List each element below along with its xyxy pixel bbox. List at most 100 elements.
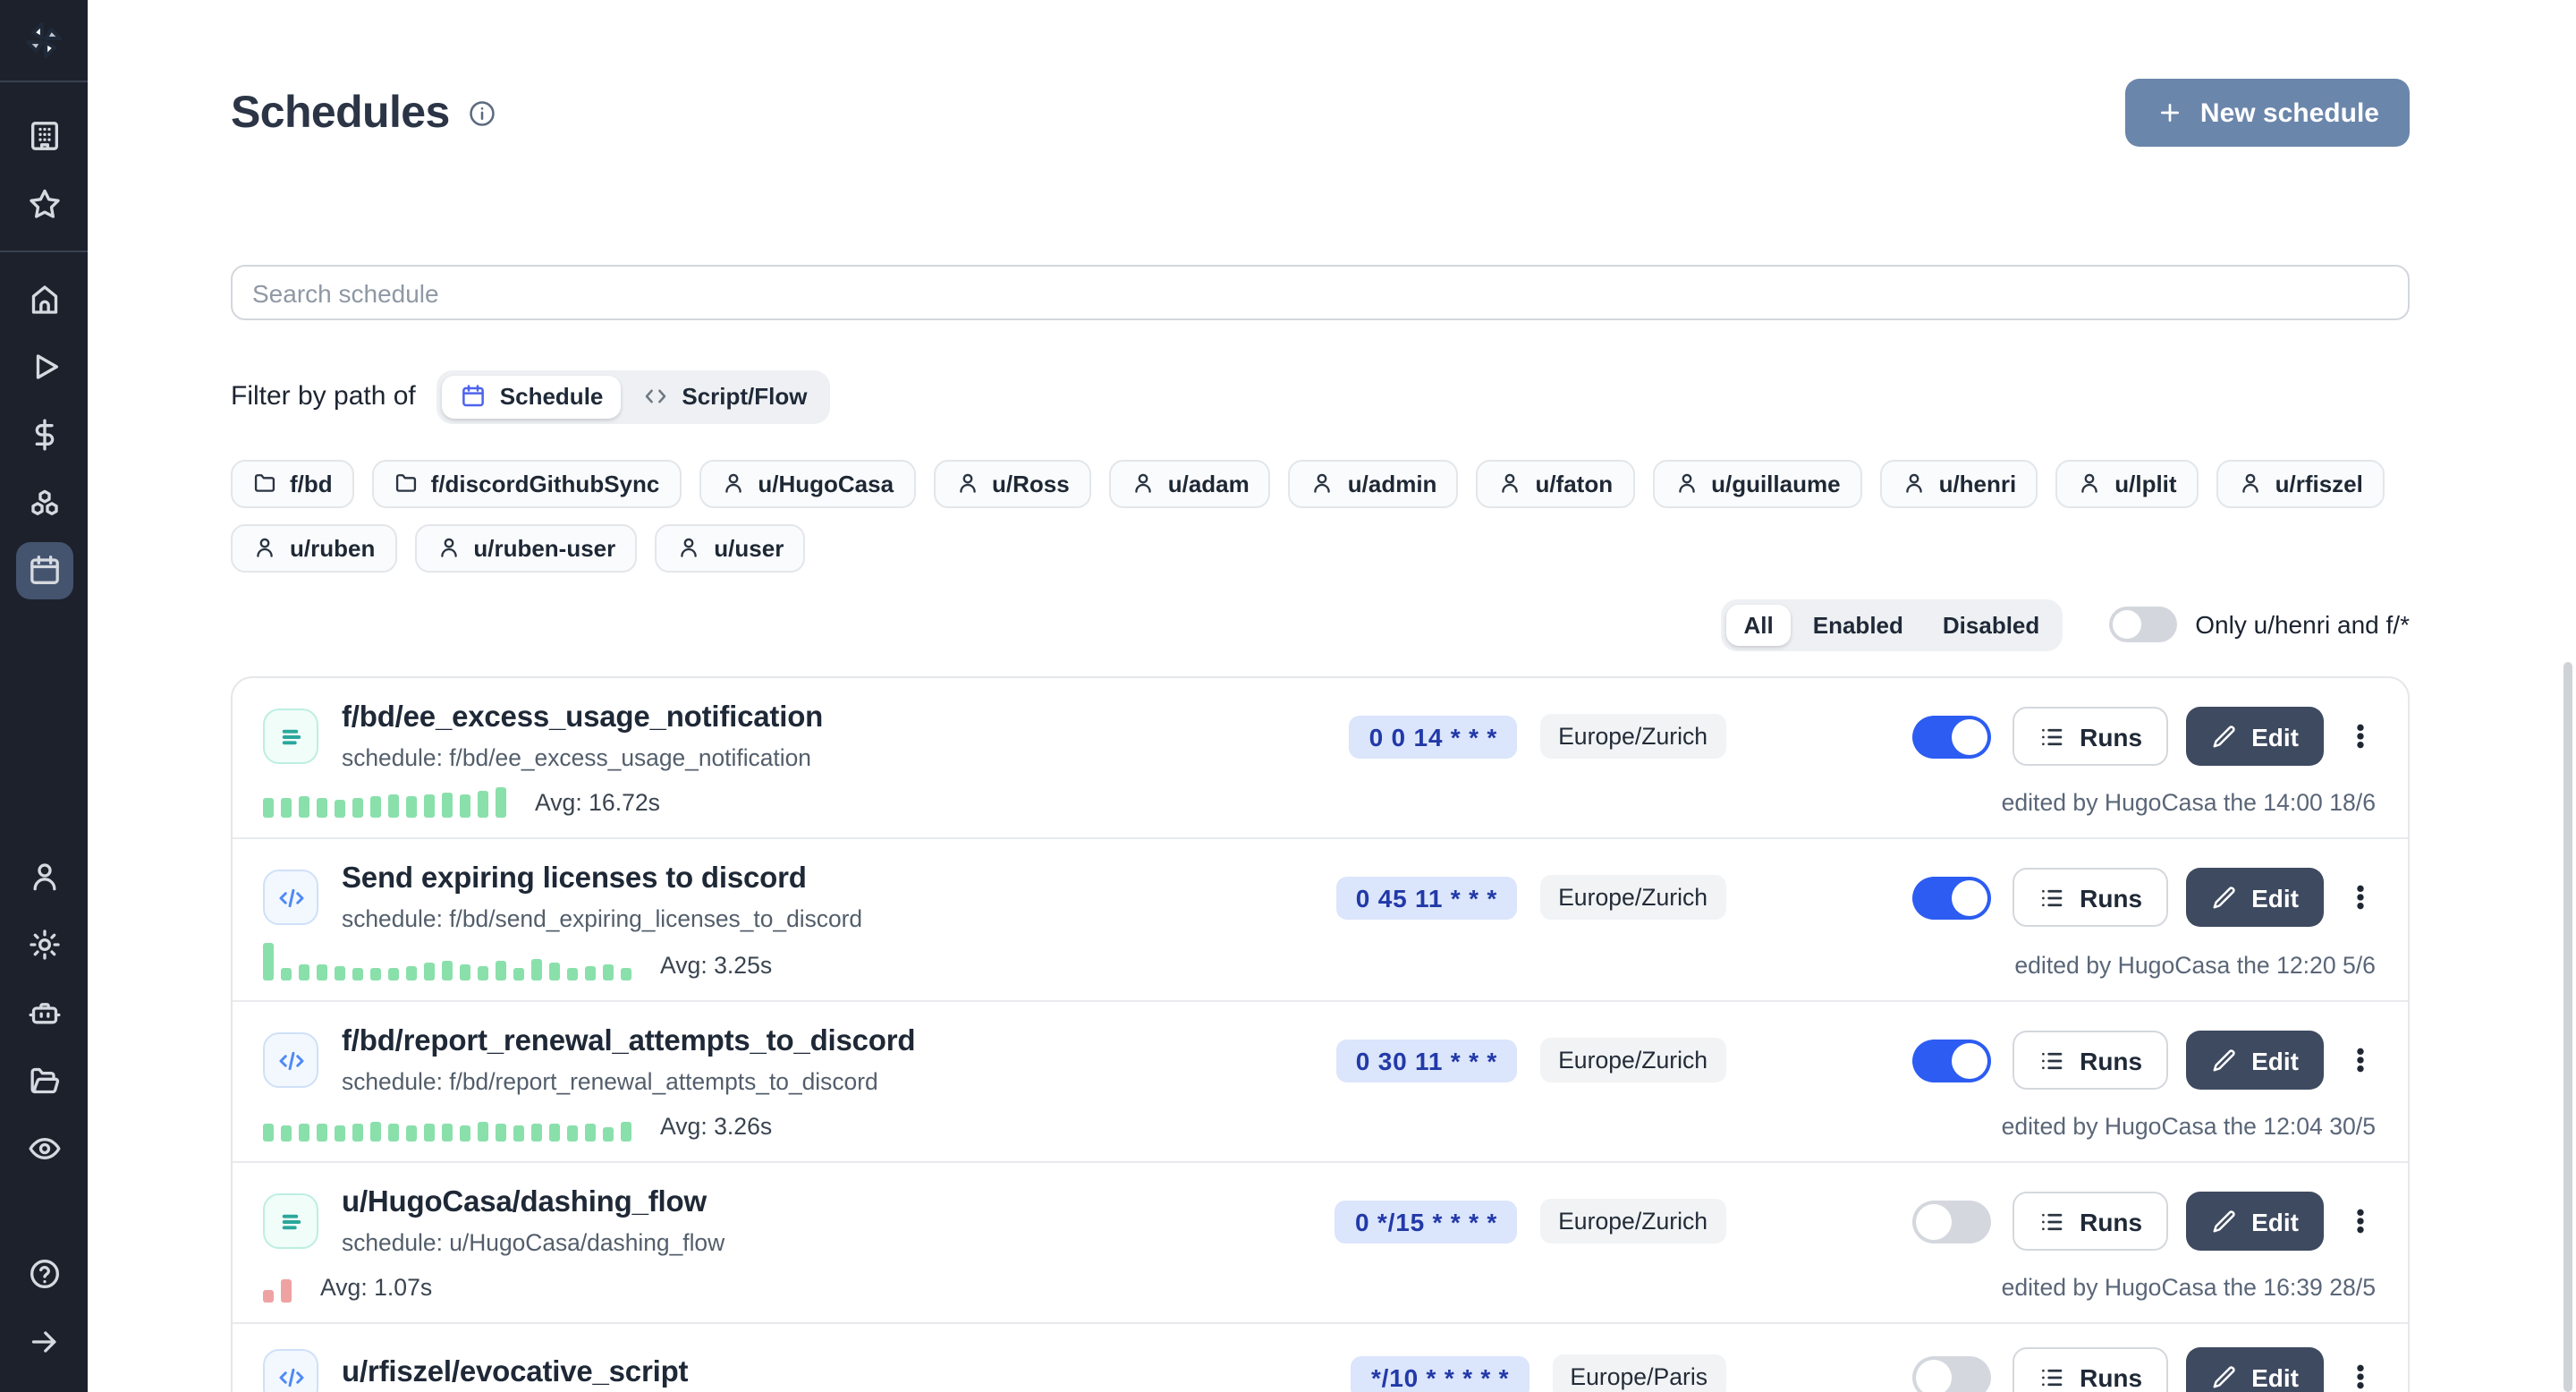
scrollbar-thumb[interactable] (2563, 662, 2572, 1392)
enabled-toggle[interactable] (1911, 715, 1990, 758)
schedule-list: f/bd/ee_excess_usage_notification schedu… (231, 676, 2410, 1392)
schedule-row-main: f/bd/ee_excess_usage_notification schedu… (263, 701, 2376, 771)
sparkline-bar (263, 1124, 274, 1142)
path-chip-f-discordgithubsync[interactable]: f/discordGithubSync (372, 459, 682, 507)
sparkline-bar (567, 1125, 578, 1142)
edit-button[interactable]: Edit (2185, 1192, 2324, 1251)
duration-sparkline (263, 943, 631, 980)
kebab-menu-icon[interactable] (2345, 1206, 2376, 1236)
path-chip-u-lplit[interactable]: u/lplit (2055, 459, 2198, 507)
windmill-logo[interactable] (0, 0, 88, 82)
path-chip-u-user[interactable]: u/user (655, 523, 805, 572)
user-icon (2238, 471, 2263, 496)
edit-button[interactable]: Edit (2185, 1347, 2324, 1392)
edit-button[interactable]: Edit (2185, 707, 2324, 766)
sparkline-bar (281, 798, 292, 818)
sidebar-item-robot[interactable] (15, 984, 72, 1041)
path-chip-u-faton[interactable]: u/faton (1476, 459, 1634, 507)
sidebar-item-folder-open[interactable] (15, 1052, 72, 1109)
cron-wrap: 0 0 14 * * * (1236, 715, 1517, 758)
sparkline-bar (478, 791, 488, 818)
sparkline-bar (263, 943, 274, 980)
enabled-toggle[interactable] (1911, 876, 1990, 919)
path-chip-u-hugocasa[interactable]: u/HugoCasa (699, 459, 915, 507)
schedule-title[interactable]: Send expiring licenses to discord (342, 862, 1236, 896)
status-tab-disabled[interactable]: Disabled (1925, 604, 2057, 646)
schedule-title[interactable]: f/bd/report_renewal_attempts_to_discord (342, 1025, 1236, 1059)
info-icon[interactable] (468, 98, 498, 128)
path-chip-u-ross[interactable]: u/Ross (933, 459, 1091, 507)
path-chip-u-admin[interactable]: u/admin (1289, 459, 1459, 507)
user-icon (1497, 471, 1522, 496)
path-chip-u-ruben-user[interactable]: u/ruben-user (414, 523, 637, 572)
enabled-toggle[interactable] (1911, 1355, 1990, 1392)
user-icon (436, 535, 461, 560)
sparkline-bar (388, 968, 399, 980)
path-chip-u-henri[interactable]: u/henri (1880, 459, 2038, 507)
sparkline-bar (406, 1125, 417, 1142)
sidebar-item-play[interactable] (15, 338, 72, 395)
schedule-titles: f/bd/ee_excess_usage_notification schedu… (342, 701, 1236, 771)
sidebar-item-help[interactable] (15, 1245, 72, 1303)
only-henri-toggle[interactable] (2109, 607, 2177, 643)
help-icon (26, 1256, 62, 1292)
script-icon (263, 1032, 318, 1088)
sidebar-item-dollar[interactable] (15, 406, 72, 463)
kebab-menu-icon[interactable] (2345, 1045, 2376, 1075)
path-filter-tab-schedule[interactable]: Schedule (443, 376, 622, 418)
path-filter-tab-script-flow[interactable]: Script/Flow (624, 376, 825, 418)
status-tab-all[interactable]: All (1726, 604, 1792, 646)
home-icon (26, 281, 62, 317)
play-icon (26, 349, 62, 385)
schedule-row-footer: Avg: 16.72s edited by HugoCasa the 14:00… (263, 782, 2376, 818)
edited-by: edited by HugoCasa the 16:39 28/5 (2002, 1276, 2376, 1303)
runs-button[interactable]: Runs (2012, 868, 2167, 927)
edit-button[interactable]: Edit (2185, 1031, 2324, 1090)
enabled-toggle[interactable] (1911, 1200, 1990, 1243)
sidebar-group-nav (0, 270, 88, 599)
sidebar-item-calendar[interactable] (15, 542, 72, 599)
schedule-title[interactable]: u/HugoCasa/dashing_flow (342, 1186, 1236, 1220)
new-schedule-button[interactable]: New schedule (2125, 79, 2410, 147)
path-chip-f-bd[interactable]: f/bd (231, 459, 354, 507)
schedule-row: f/bd/report_renewal_attempts_to_discord … (233, 1000, 2408, 1161)
star-icon (26, 186, 62, 222)
kebab-menu-icon[interactable] (2345, 1362, 2376, 1392)
schedule-row-main: f/bd/report_renewal_attempts_to_discord … (263, 1025, 2376, 1095)
path-chip-u-ruben[interactable]: u/ruben (231, 523, 396, 572)
runs-button[interactable]: Runs (2012, 1192, 2167, 1251)
sparkline-bar (317, 964, 327, 980)
toggle-knob (1951, 1042, 1987, 1078)
sparkline-bar (585, 1124, 596, 1142)
sparkline-bar (442, 1124, 453, 1142)
sidebar-item-building[interactable] (15, 107, 72, 165)
path-filter-row: Filter by path of ScheduleScript/Flow (231, 370, 2410, 423)
user-icon (26, 859, 62, 895)
status-tab-enabled[interactable]: Enabled (1795, 604, 1921, 646)
user-icon (1674, 471, 1699, 496)
kebab-menu-icon[interactable] (2345, 882, 2376, 912)
sidebar-item-home[interactable] (15, 270, 72, 327)
schedule-title[interactable]: u/rfiszel/evocative_script (342, 1355, 1236, 1389)
sidebar-item-user[interactable] (15, 848, 72, 905)
runs-label: Runs (2080, 1362, 2142, 1391)
path-chip-u-rfiszel[interactable]: u/rfiszel (2216, 459, 2385, 507)
enabled-toggle[interactable] (1911, 1039, 1990, 1082)
runs-button[interactable]: Runs (2012, 1347, 2167, 1392)
schedule-title[interactable]: f/bd/ee_excess_usage_notification (342, 701, 1236, 735)
sidebar-item-boxes[interactable] (15, 474, 72, 531)
kebab-menu-icon[interactable] (2345, 721, 2376, 751)
runs-button[interactable]: Runs (2012, 707, 2167, 766)
sidebar-item-star[interactable] (15, 175, 72, 233)
search-input[interactable] (231, 265, 2410, 320)
toggle-knob (2113, 611, 2141, 640)
path-chip-u-guillaume[interactable]: u/guillaume (1652, 459, 1861, 507)
sidebar-item-eye[interactable] (15, 1120, 72, 1177)
sidebar-item-arrow-right[interactable] (15, 1313, 72, 1371)
pencil-icon (2210, 884, 2237, 911)
calendar-icon (461, 384, 487, 411)
path-chip-u-adam[interactable]: u/adam (1109, 459, 1271, 507)
edit-button[interactable]: Edit (2185, 868, 2324, 927)
runs-button[interactable]: Runs (2012, 1031, 2167, 1090)
sidebar-item-gear[interactable] (15, 916, 72, 973)
